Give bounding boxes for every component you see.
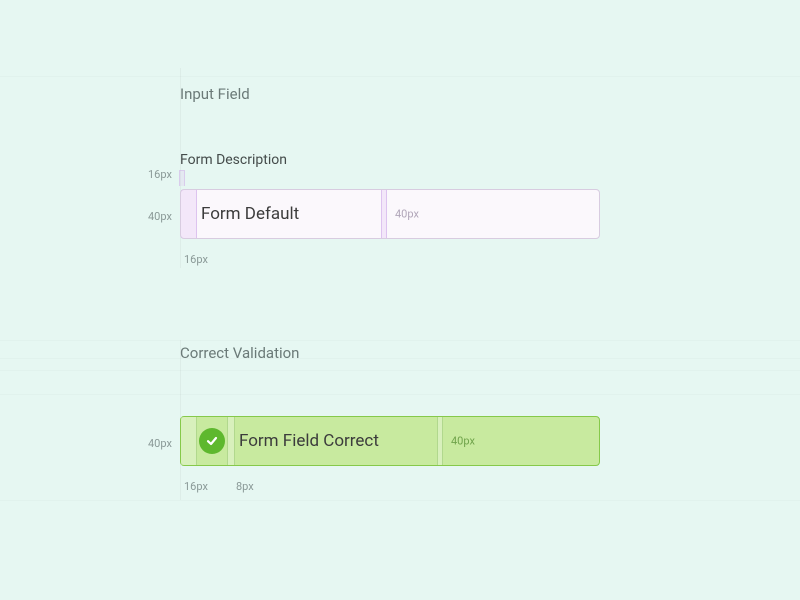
input-field-default[interactable]: Form Default 40px <box>180 189 600 239</box>
form-description-label: Form Description <box>180 152 287 168</box>
height-marker <box>381 190 387 238</box>
guide-line <box>0 394 800 395</box>
input-field-correct-text: Form Field Correct <box>239 431 379 451</box>
checkmark-icon <box>199 428 225 454</box>
guide-line <box>0 76 800 77</box>
input-field-correct[interactable]: Form Field Correct 40px <box>180 416 600 466</box>
spec-8px-bottom-validation: 8px <box>236 480 254 493</box>
height-marker <box>437 417 443 465</box>
padding-marker-left <box>181 417 197 465</box>
spec-16px-top: 16px <box>148 168 172 181</box>
guide-line <box>0 340 800 341</box>
spec-16px-bottom: 16px <box>184 253 208 266</box>
spacing-guide <box>179 170 185 186</box>
gap-marker <box>227 417 235 465</box>
guide-line <box>0 358 800 359</box>
spec-40px-left-validation: 40px <box>148 437 172 450</box>
spec-16px-bottom-validation: 16px <box>184 480 208 493</box>
spec-40px-inner: 40px <box>395 208 419 221</box>
guide-line <box>0 500 800 501</box>
section-title-input-field: Input Field <box>180 85 250 103</box>
guide-line <box>0 370 800 371</box>
spec-40px-left: 40px <box>148 210 172 223</box>
section-title-correct-validation: Correct Validation <box>180 344 299 362</box>
spec-40px-inner-validation: 40px <box>451 435 475 448</box>
padding-marker-left <box>181 190 197 238</box>
input-field-text: Form Default <box>201 204 299 224</box>
